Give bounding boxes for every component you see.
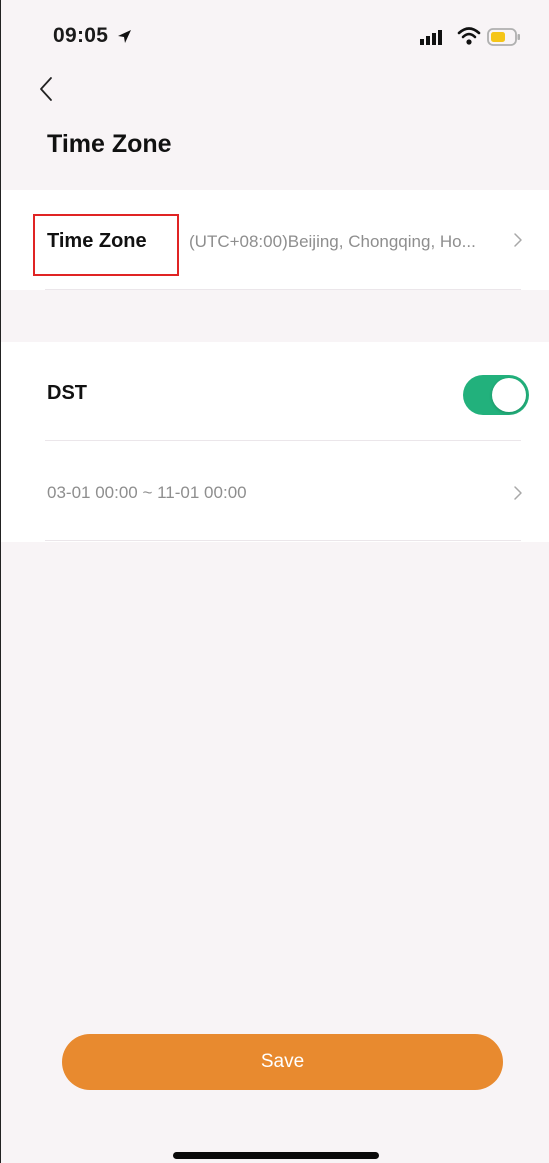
page-title: Time Zone	[47, 130, 172, 158]
save-button[interactable]: Save	[62, 1034, 503, 1090]
chevron-right-icon	[514, 486, 522, 500]
wifi-icon	[457, 27, 481, 45]
dst-label: DST	[47, 382, 87, 404]
divider	[45, 440, 521, 441]
toggle-knob	[492, 378, 526, 412]
time-zone-section: Time Zone (UTC+08:00)Beijing, Chongqing,…	[1, 190, 549, 290]
time-zone-screen: 09:05 Time Zone Time Zone (UTC+08:00)Bei…	[0, 0, 549, 1163]
battery-icon	[487, 28, 520, 46]
status-time: 09:05	[53, 24, 109, 47]
time-zone-row[interactable]: Time Zone (UTC+08:00)Beijing, Chongqing,…	[1, 190, 549, 290]
time-zone-label: Time Zone	[47, 230, 147, 252]
back-button[interactable]	[31, 73, 61, 105]
dst-row: DST	[1, 342, 549, 442]
chevron-left-icon	[40, 77, 52, 101]
chevron-right-icon	[514, 233, 522, 247]
dst-section: DST 03-01 00:00 ~ 11-01 00:00	[1, 342, 549, 542]
signal-icon	[420, 30, 442, 45]
time-zone-value: (UTC+08:00)Beijing, Chongqing, Ho...	[189, 232, 476, 251]
home-indicator	[173, 1152, 379, 1159]
location-arrow-icon	[118, 30, 131, 43]
dst-range-value: 03-01 00:00 ~ 11-01 00:00	[47, 483, 247, 502]
divider	[45, 289, 521, 290]
status-bar: 09:05	[1, 0, 549, 70]
dst-range-row[interactable]: 03-01 00:00 ~ 11-01 00:00	[1, 442, 549, 542]
divider	[45, 540, 521, 541]
dst-toggle[interactable]	[463, 375, 529, 415]
